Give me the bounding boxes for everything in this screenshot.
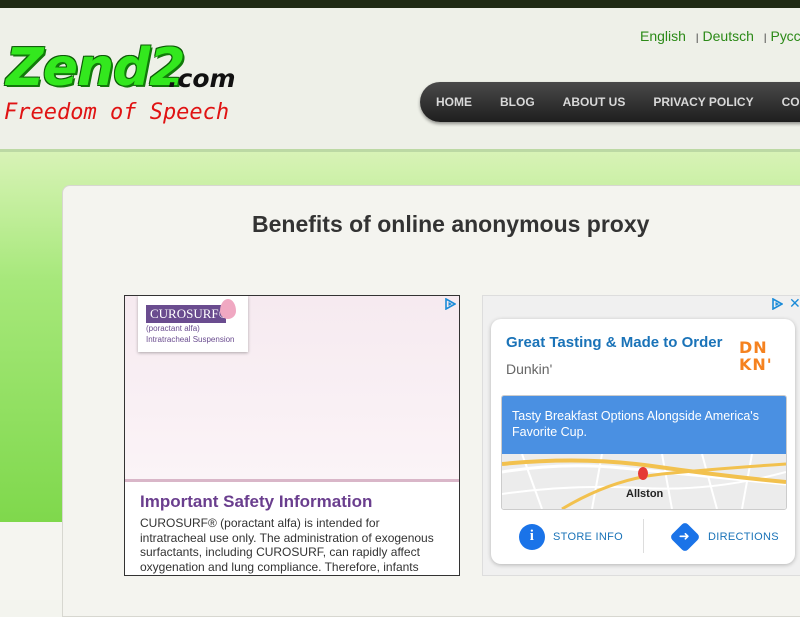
store-info-label: STORE INFO xyxy=(553,531,623,543)
nav-about-us[interactable]: ABOUT US xyxy=(549,82,640,122)
ad-heading[interactable]: Important Safety Information xyxy=(140,492,372,512)
location-map[interactable] xyxy=(502,454,786,509)
dunkin-ad: ✕ Great Tasting & Made to Order Dunkin' … xyxy=(482,295,800,576)
logo-main-text: Zend2 xyxy=(6,40,184,96)
main-nav: HOME BLOG ABOUT US PRIVACY POLICY CO xyxy=(420,82,800,122)
ad-card[interactable]: Great Tasting & Made to Order Dunkin' DN… xyxy=(491,319,795,564)
top-bar xyxy=(0,0,800,8)
store-info-button[interactable]: i STORE INFO xyxy=(519,519,623,554)
curosurf-form: Intratracheal Suspension xyxy=(146,335,235,344)
dunkin-logo: DN KN' xyxy=(739,339,781,379)
ad-body-text: CUROSURF® (poractant alfa) is intended f… xyxy=(140,516,448,574)
dunkin-logo-top: DN xyxy=(739,339,781,356)
curosurf-brand: CUROSURF® xyxy=(146,305,226,323)
adchoices-icon[interactable] xyxy=(771,298,783,310)
directions-icon: ➜ xyxy=(669,521,700,552)
page-title: Benefits of online anonymous proxy xyxy=(252,211,649,238)
directions-label: DIRECTIONS xyxy=(708,531,779,543)
promo-block[interactable]: Tasty Breakfast Options Alongside Americ… xyxy=(501,395,787,510)
nav-blog[interactable]: BLOG xyxy=(486,82,549,122)
advertiser-name: Dunkin' xyxy=(506,361,552,377)
info-icon: i xyxy=(519,524,545,550)
lang-russian-link[interactable]: Русс xyxy=(771,28,800,44)
map-pin-icon xyxy=(638,467,648,480)
nav-privacy-policy[interactable]: PRIVACY POLICY xyxy=(639,82,767,122)
close-icon[interactable]: ✕ xyxy=(789,295,800,312)
promo-text: Tasty Breakfast Options Alongside Americ… xyxy=(502,396,787,454)
ad-card-title[interactable]: Great Tasting & Made to Order xyxy=(506,334,722,351)
dunkin-logo-bottom: KN' xyxy=(739,356,781,373)
lang-english-link[interactable]: English xyxy=(640,28,686,44)
language-switcher: English | Deutsch | Русс xyxy=(640,28,800,44)
lang-separator: | xyxy=(696,33,699,44)
curosurf-logo: CUROSURF® (poractant alfa) Intratracheal… xyxy=(138,296,248,352)
curosurf-generic-name: (poractant alfa) xyxy=(146,324,200,333)
map-location-label: Allston xyxy=(626,488,663,500)
logo-domain-text: .com xyxy=(168,64,236,93)
lang-separator: | xyxy=(764,33,767,44)
logo-tagline: Freedom of Speech xyxy=(4,100,229,125)
lang-deutsch-link[interactable]: Deutsch xyxy=(703,28,754,44)
nav-contact[interactable]: CO xyxy=(768,82,800,122)
droplet-icon xyxy=(220,299,236,319)
site-logo[interactable]: Zend2 .com Freedom of Speech xyxy=(4,40,244,132)
curosurf-ad[interactable]: CUROSURF® (poractant alfa) Intratracheal… xyxy=(124,295,460,576)
adchoices-icon[interactable] xyxy=(444,298,456,310)
nav-home[interactable]: HOME xyxy=(420,82,486,122)
site-header: Zend2 .com Freedom of Speech English | Deu… xyxy=(0,8,800,152)
ad-divider xyxy=(125,479,459,482)
button-divider xyxy=(643,519,644,553)
directions-button[interactable]: ➜ DIRECTIONS xyxy=(672,519,779,554)
